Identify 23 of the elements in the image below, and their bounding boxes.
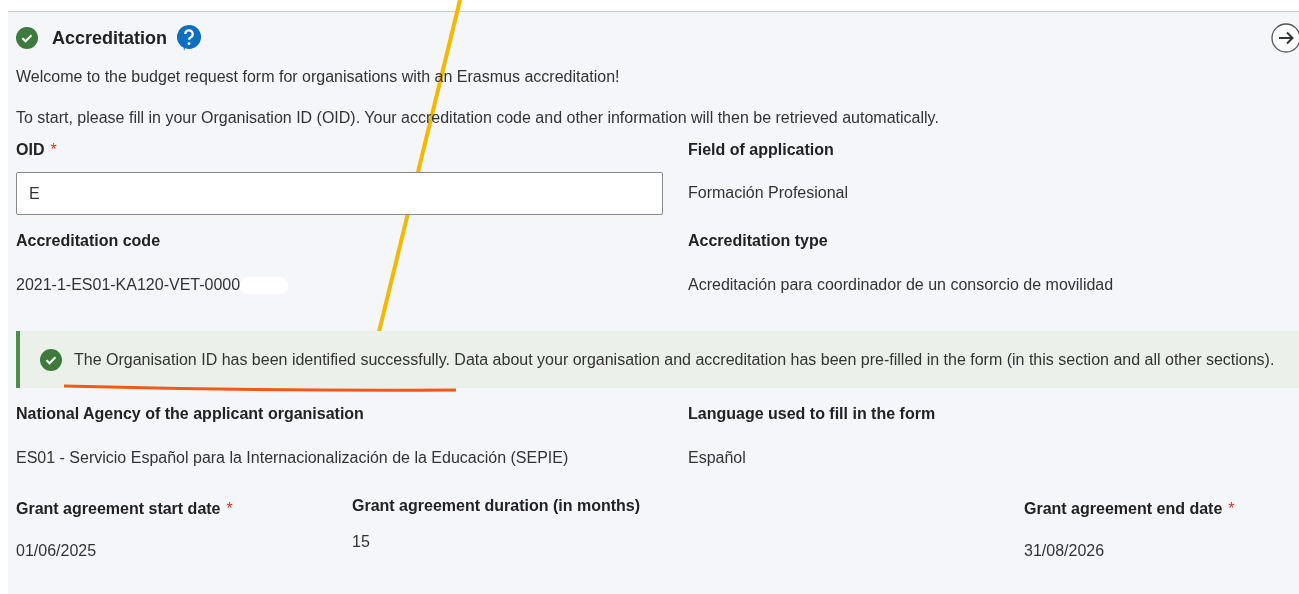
field-value: Acreditación para coordinador de un consorcio de movilidad: [688, 276, 1115, 294]
field-value: ES01 - Servicio Español para la Internacionalización de la Educación (SEPIE): [16, 449, 570, 467]
field-value: Formación Profesional: [688, 184, 850, 202]
field-value: 2021-1-ES01-KA120-VET-0000: [16, 276, 688, 294]
required-asterisk: *: [1228, 500, 1235, 517]
required-asterisk: *: [226, 500, 233, 517]
field-label: Grant agreement duration (in months): [352, 497, 641, 515]
field-label: Grant agreement end date *: [1024, 500, 1236, 518]
field-label: OID *: [16, 141, 58, 159]
field-value: 15: [352, 533, 371, 551]
field-label: Accreditation code: [16, 232, 162, 250]
required-asterisk: *: [50, 141, 57, 158]
field-label: Language used to fill in the form: [688, 405, 937, 423]
field-label: Field of application: [688, 141, 835, 159]
success-message: The Organisation ID has been identified successfully. Data about your organisation and accreditation has been pre-filled in the form (in this section and all other sections).: [74, 350, 1275, 369]
field-label: Grant agreement start date *: [16, 500, 234, 518]
field-label: Accreditation type: [688, 232, 829, 250]
field-value: 01/06/2025: [16, 542, 98, 560]
field-value: Español: [688, 449, 747, 467]
field-value: 31/08/2026: [1024, 542, 1106, 560]
oid-input[interactable]: E: [16, 172, 663, 215]
field-label: National Agency of the applicant organisation: [16, 405, 365, 423]
section-title: Accreditation: [52, 27, 168, 49]
